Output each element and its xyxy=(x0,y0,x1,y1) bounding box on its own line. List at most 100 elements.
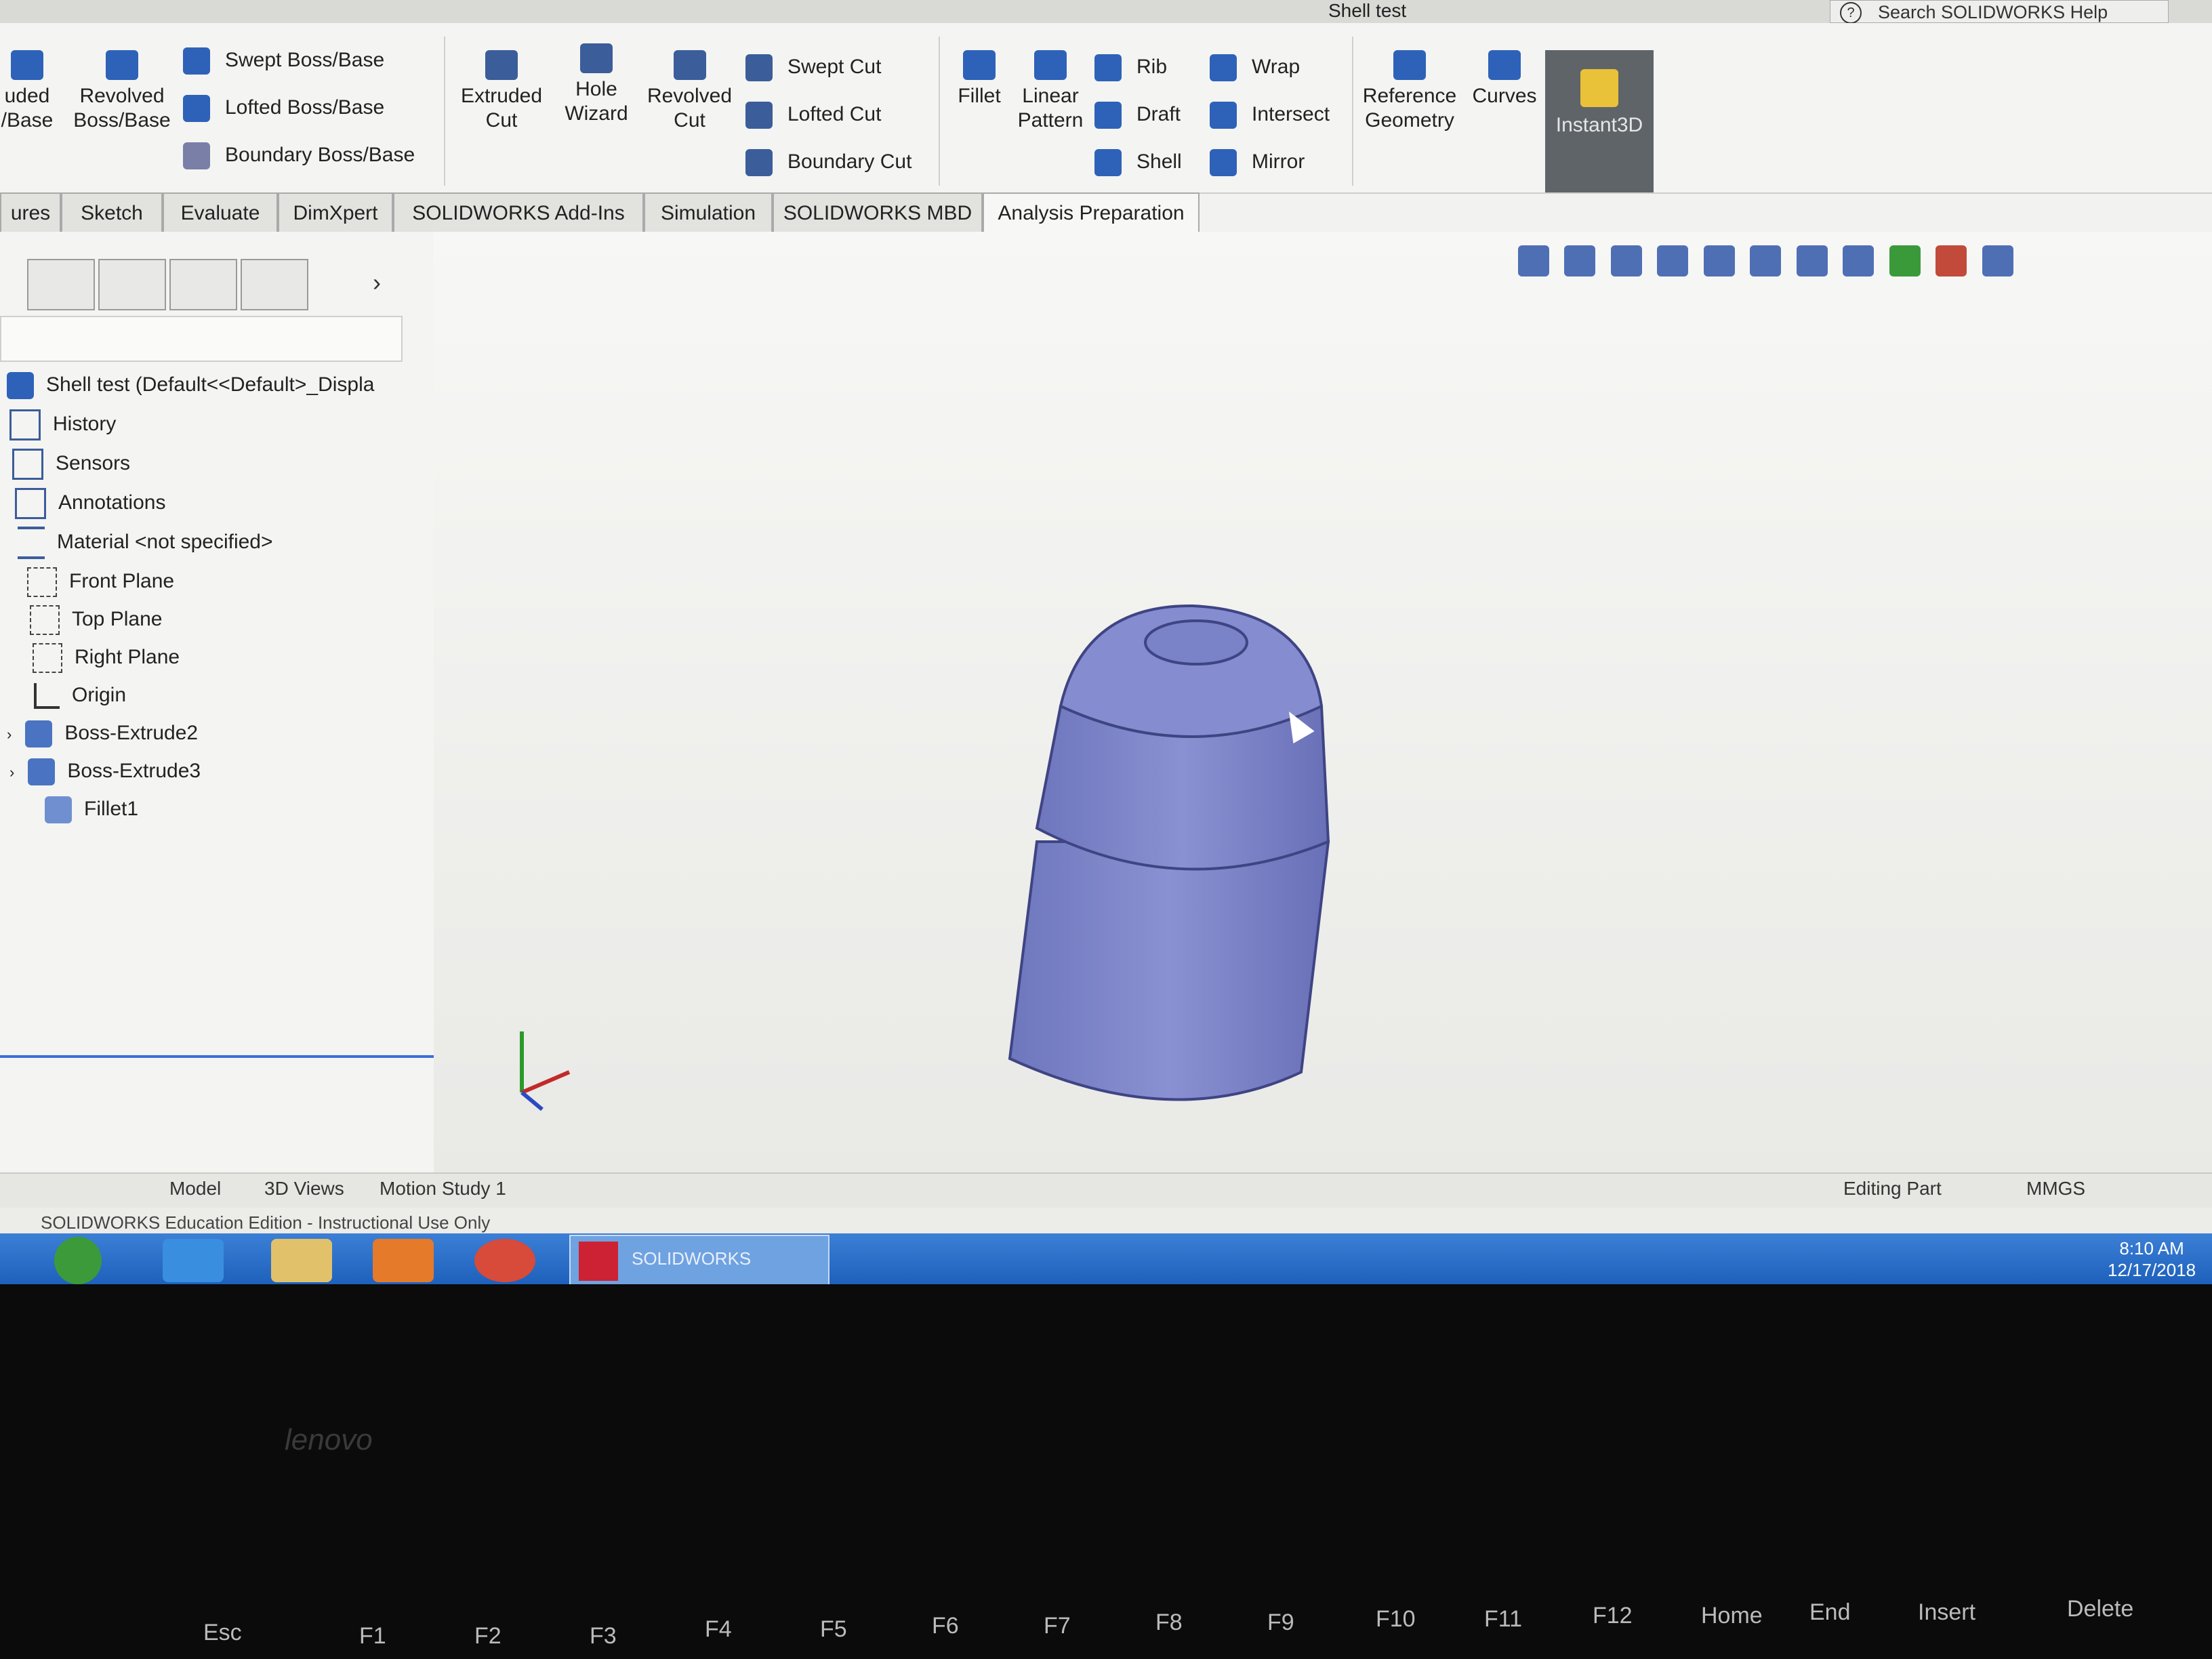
tree-item-origin[interactable]: Origin xyxy=(34,678,126,713)
extruded-cut-button[interactable]: Extruded Cut xyxy=(454,50,549,133)
fillet-button[interactable]: Fillet xyxy=(945,50,1013,108)
swept-boss-button[interactable]: Swept Boss/Base xyxy=(183,43,384,77)
start-button-icon[interactable] xyxy=(54,1237,102,1284)
tab-evaluate[interactable]: Evaluate xyxy=(163,192,278,232)
tree-item-material[interactable]: Material <not specified> xyxy=(18,525,273,560)
key-f2: F2 xyxy=(474,1623,501,1649)
rib-icon xyxy=(1094,54,1122,82)
shell-button[interactable]: Shell xyxy=(1094,145,1182,179)
tab-analysis-preparation[interactable]: Analysis Preparation xyxy=(983,192,1200,232)
system-clock[interactable]: 8:10 AM 12/17/2018 xyxy=(2108,1237,2196,1281)
laptop-logo: lenovo xyxy=(285,1423,373,1456)
key-f4: F4 xyxy=(705,1616,732,1642)
taskbar-solidworks-button[interactable]: SOLIDWORKS xyxy=(569,1235,830,1284)
tab-addins[interactable]: SOLIDWORKS Add-Ins xyxy=(393,192,644,232)
tab-3d-views[interactable]: 3D Views xyxy=(264,1178,344,1200)
model-tabs: Model 3D Views Motion Study 1 Editing Pa… xyxy=(0,1172,2212,1209)
expand-arrow-icon[interactable]: › xyxy=(7,726,12,743)
extruded-boss-button[interactable]: uded /Base xyxy=(0,50,54,133)
tab-model[interactable]: Model xyxy=(169,1178,221,1200)
key-insert: Insert xyxy=(1918,1599,1976,1625)
tree-item-right-plane[interactable]: Right Plane xyxy=(33,640,180,675)
swept-cut-icon xyxy=(745,54,773,82)
tab-mbd[interactable]: SOLIDWORKS MBD xyxy=(773,192,983,232)
file-explorer-icon[interactable] xyxy=(271,1239,332,1282)
instant3d-icon xyxy=(1580,69,1618,107)
lofted-cut-button[interactable]: Lofted Cut xyxy=(745,98,881,131)
command-manager: uded /Base Revolved Boss/Base Swept Boss… xyxy=(0,23,2212,194)
reference-geometry-button[interactable]: Reference Geometry xyxy=(1359,50,1460,133)
property-manager-tab[interactable] xyxy=(98,259,166,310)
internet-explorer-icon[interactable] xyxy=(163,1239,224,1282)
media-player-icon[interactable] xyxy=(373,1239,434,1282)
boundary-cut-icon xyxy=(745,149,773,177)
help-search-box[interactable]: ? Search SOLIDWORKS Help xyxy=(1830,0,2169,24)
fillet-icon xyxy=(45,796,72,824)
revolved-cut-button[interactable]: Revolved Cut xyxy=(644,50,735,133)
boundary-boss-button[interactable]: Boundary Boss/Base xyxy=(183,138,415,172)
display-manager-tab[interactable] xyxy=(241,259,308,310)
tab-sketch[interactable]: Sketch xyxy=(61,192,163,232)
key-esc: Esc xyxy=(203,1620,242,1645)
clock-time: 8:10 AM xyxy=(2119,1238,2184,1258)
sensors-icon xyxy=(12,449,43,480)
linear-pattern-button[interactable]: Linear Pattern xyxy=(1013,50,1088,133)
swept-cut-button[interactable]: Swept Cut xyxy=(745,50,881,84)
key-f8: F8 xyxy=(1155,1610,1183,1635)
feature-manager-pane: › Shell test (Default<<Default>_Displa H… xyxy=(0,232,435,1174)
extrude-icon xyxy=(11,50,43,80)
part-icon xyxy=(7,372,34,400)
key-f10: F10 xyxy=(1376,1606,1416,1632)
taskbar-solidworks-label: SOLIDWORKS xyxy=(632,1248,752,1269)
lofted-boss-button[interactable]: Lofted Boss/Base xyxy=(183,91,384,125)
revolved-boss-button[interactable]: Revolved Boss/Base xyxy=(68,50,176,133)
wrap-button[interactable]: Wrap xyxy=(1210,50,1300,84)
boundary-cut-button[interactable]: Boundary Cut xyxy=(745,145,912,179)
mirror-button[interactable]: Mirror xyxy=(1210,145,1305,179)
history-icon xyxy=(9,409,41,441)
tree-item-annotations[interactable]: Annotations xyxy=(15,485,165,520)
extrude-icon xyxy=(25,720,53,748)
unit-system[interactable]: MMGS xyxy=(2026,1178,2085,1200)
tree-item-boss-extrude2[interactable]: › Boss-Extrude2 xyxy=(7,716,198,751)
hole-wizard-button[interactable]: Hole Wizard xyxy=(556,43,637,126)
tree-root-part[interactable]: Shell test (Default<<Default>_Displa xyxy=(7,367,374,403)
tree-item-fillet1[interactable]: Fillet1 xyxy=(45,792,138,827)
tab-dimxpert[interactable]: DimXpert xyxy=(278,192,393,232)
rib-button[interactable]: Rib xyxy=(1094,50,1167,84)
tree-item-history[interactable]: History xyxy=(9,407,116,442)
tree-item-front-plane[interactable]: Front Plane xyxy=(27,564,174,599)
extrude-icon xyxy=(28,758,56,786)
configuration-manager-tab[interactable] xyxy=(169,259,237,310)
solidworks-icon xyxy=(579,1242,618,1281)
help-icon: ? xyxy=(1840,2,1862,24)
mirror-icon xyxy=(1210,149,1237,177)
ribbon-divider xyxy=(939,37,940,186)
intersect-button[interactable]: Intersect xyxy=(1210,98,1330,131)
draft-button[interactable]: Draft xyxy=(1094,98,1181,131)
expand-arrow-icon[interactable]: › xyxy=(9,764,14,781)
tree-item-top-plane[interactable]: Top Plane xyxy=(30,602,162,637)
axis-triad xyxy=(520,1031,571,1111)
loft-icon xyxy=(183,95,210,123)
tab-simulation[interactable]: Simulation xyxy=(644,192,773,232)
pane-toolbar: › xyxy=(0,259,407,310)
chevron-right-icon[interactable]: › xyxy=(373,268,381,297)
plane-icon xyxy=(27,567,57,598)
feature-tree-tab[interactable] xyxy=(27,259,95,310)
instant3d-button[interactable]: Instant3D xyxy=(1545,50,1654,192)
clock-date: 12/17/2018 xyxy=(2108,1260,2196,1280)
tree-item-boss-extrude3[interactable]: › Boss-Extrude3 xyxy=(9,754,201,789)
tab-motion-study[interactable]: Motion Study 1 xyxy=(380,1178,506,1200)
key-f9: F9 xyxy=(1267,1610,1294,1635)
graphics-area[interactable] xyxy=(434,232,2212,1174)
tab-features[interactable]: ures xyxy=(0,192,61,232)
tree-item-sensors[interactable]: Sensors xyxy=(12,446,130,481)
model-view xyxy=(1008,604,1330,1101)
tree-filter-input[interactable] xyxy=(0,316,403,362)
model-hole xyxy=(1144,619,1248,665)
rollback-bar[interactable] xyxy=(0,1055,434,1058)
chrome-icon[interactable] xyxy=(474,1239,535,1282)
curves-button[interactable]: Curves xyxy=(1467,50,1542,108)
plane-icon xyxy=(30,605,60,636)
